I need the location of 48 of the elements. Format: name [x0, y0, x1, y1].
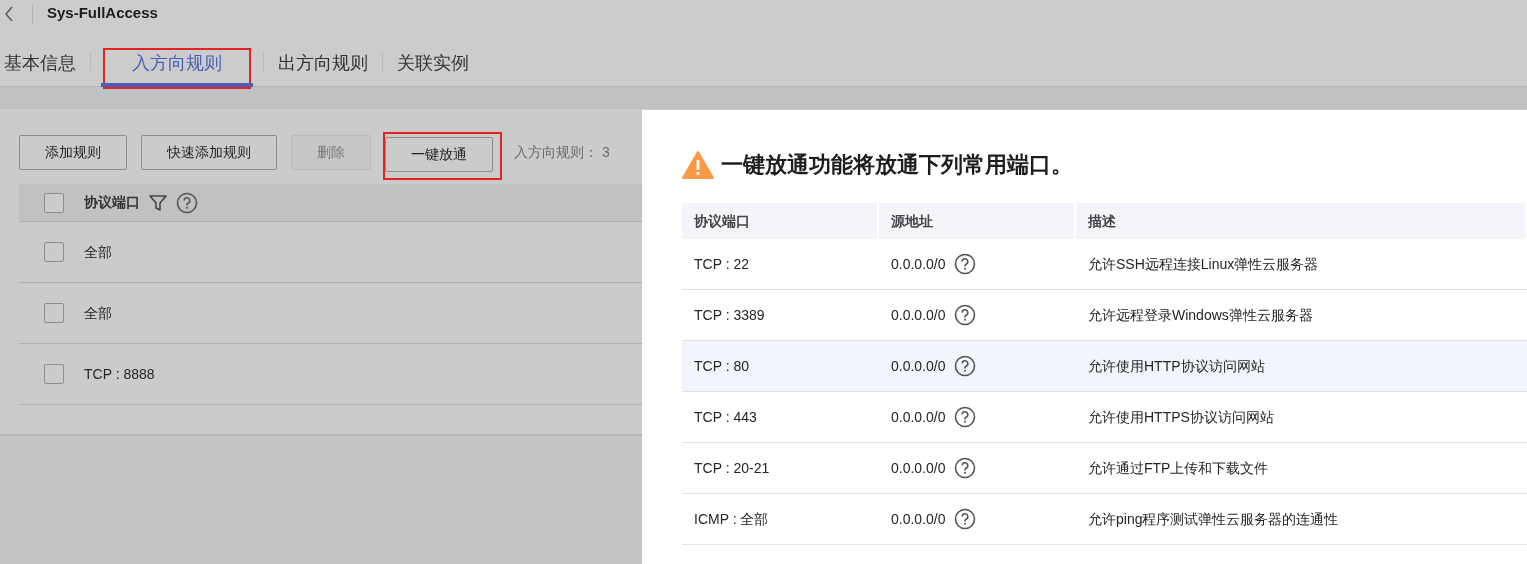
rule-count: 入方向规则： 3: [514, 143, 610, 162]
table-cell-text: 允许使用HTTP协议访问网站: [1087, 356, 1266, 376]
help-icon[interactable]: [953, 457, 976, 479]
toolbar-button[interactable]: 添加规则: [19, 135, 127, 170]
toolbar-button[interactable]: 一键放通: [385, 136, 493, 172]
page-title: Sys-FullAccess: [47, 3, 158, 24]
checkbox[interactable]: [44, 242, 64, 262]
table-cell-text: 允许远程登录Windows弹性云服务器: [1087, 305, 1314, 325]
table-cell-text: TCP : 3389: [693, 305, 766, 325]
tab[interactable]: 基本信息: [0, 50, 76, 87]
table-cell-text: 0.0.0.0/0: [891, 254, 946, 274]
toolbar-button[interactable]: 快速添加规则: [141, 135, 277, 170]
table-cell-text: 0.0.0.0/0: [891, 407, 946, 427]
table-cell-text: 允许SSH远程连接Linux弹性云服务器: [1087, 254, 1320, 274]
back-icon[interactable]: [4, 5, 14, 22]
table-cell-text: 0.0.0.0/0: [891, 458, 946, 478]
table-cell-text: TCP : 22: [693, 254, 750, 274]
table-cell-text: 允许通过FTP上传和下载文件: [1087, 458, 1270, 478]
column-header: 描述: [1076, 203, 1527, 239]
drawer-title: 一键放通功能将放通下列常用端口。: [721, 151, 1073, 179]
help-icon[interactable]: [953, 508, 976, 530]
column-header: 协议端口: [84, 193, 140, 212]
help-icon[interactable]: [953, 355, 976, 377]
help-icon[interactable]: [176, 191, 198, 214]
tab[interactable]: 关联实例: [397, 50, 469, 87]
warning-icon: [682, 150, 714, 179]
filter-icon[interactable]: [148, 192, 168, 213]
table-cell-text: ICMP : 全部: [693, 509, 770, 529]
table-cell-text: TCP : 80: [693, 356, 750, 376]
checkbox[interactable]: [44, 303, 64, 323]
table-cell-text: 全部: [84, 242, 112, 262]
table-cell-text: 允许ping程序测试弹性云服务器的连通性: [1087, 509, 1340, 529]
help-icon[interactable]: [953, 253, 976, 275]
help-icon[interactable]: [953, 304, 976, 326]
table-cell-text: TCP : 443: [693, 407, 758, 427]
table-cell-text: 0.0.0.0/0: [891, 509, 946, 529]
table-cell-text: 0.0.0.0/0: [891, 305, 946, 325]
help-icon[interactable]: [953, 406, 976, 428]
table-cell-text: TCP : 8888: [84, 364, 155, 384]
tab[interactable]: 出方向规则: [278, 50, 368, 87]
table-cell-text: TCP : 20-21: [693, 458, 771, 478]
table-cell-text: 0.0.0.0/0: [891, 356, 946, 376]
column-header: 协议端口: [682, 203, 879, 239]
table-cell-text: 允许使用HTTPS协议访问网站: [1087, 407, 1275, 427]
checkbox[interactable]: [44, 192, 64, 213]
column-header: 源地址: [879, 203, 1076, 239]
checkbox[interactable]: [44, 364, 64, 384]
table-cell-text: 全部: [84, 303, 112, 323]
